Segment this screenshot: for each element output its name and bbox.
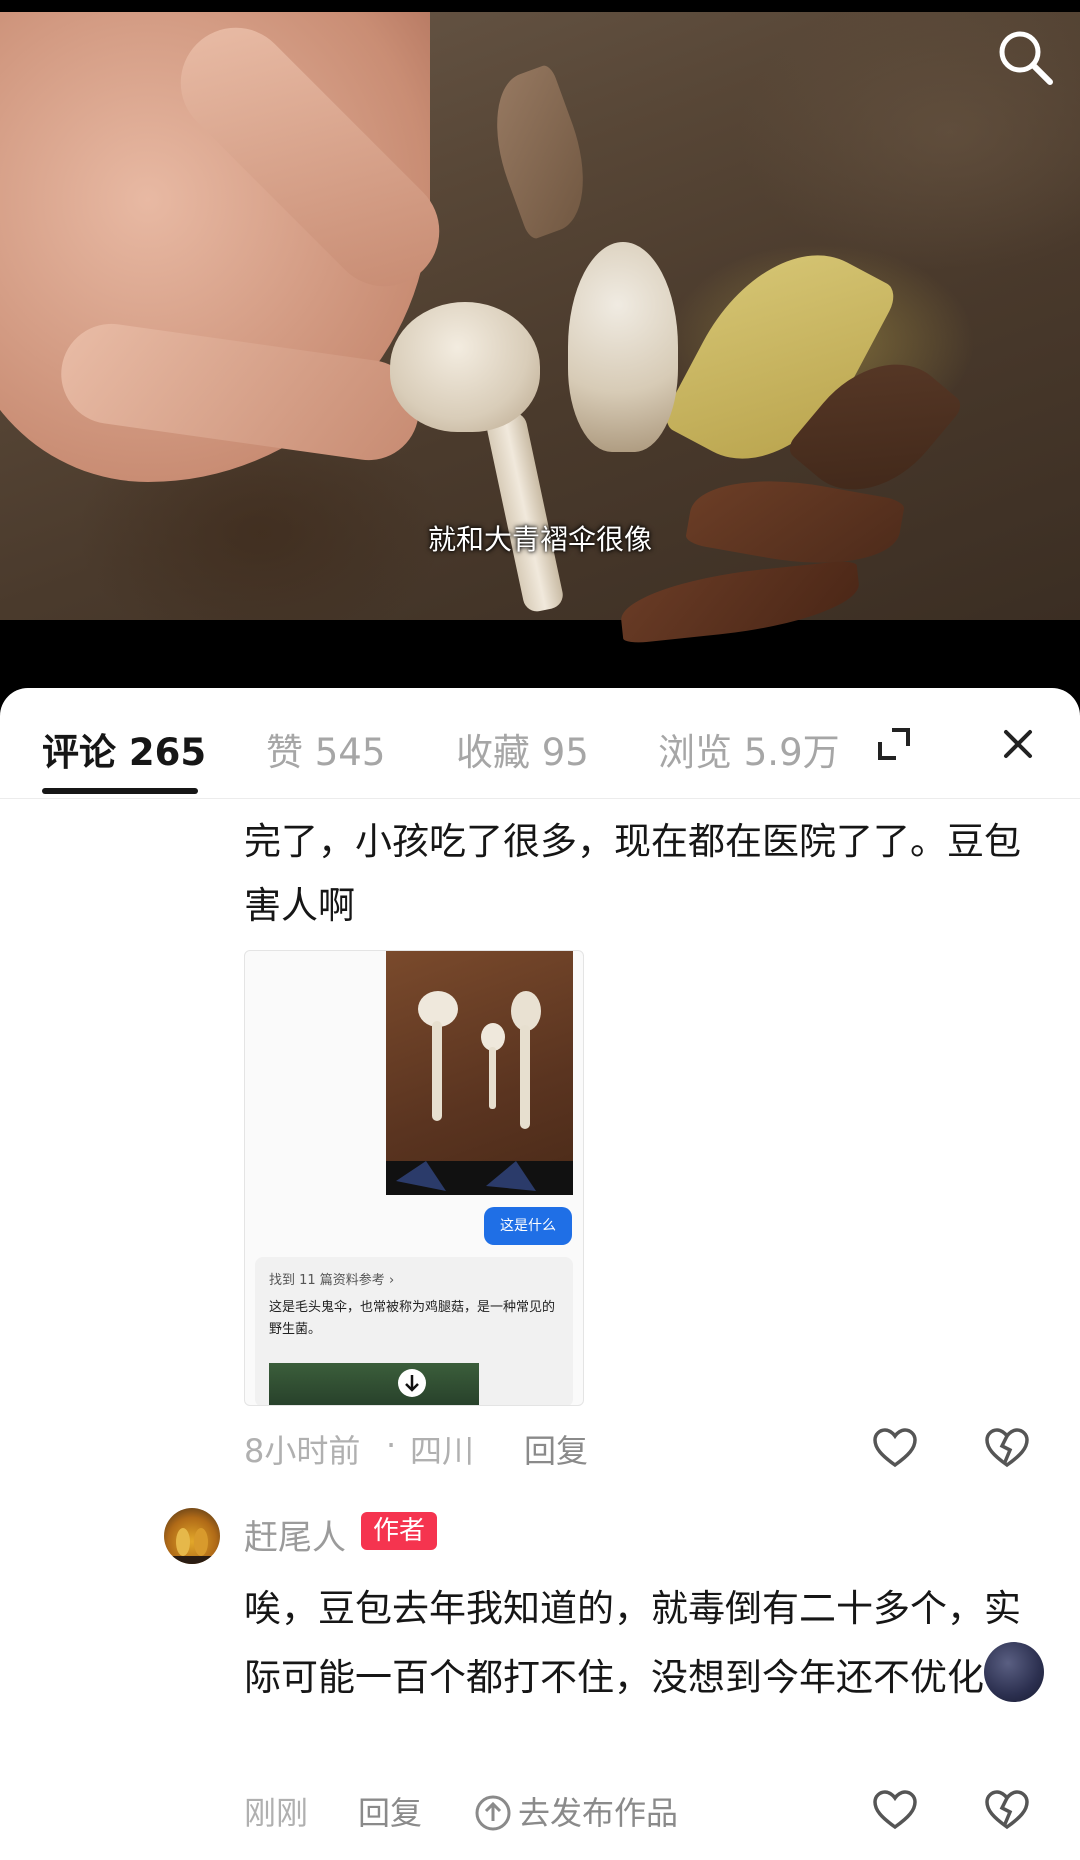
comment-time: 刚刚	[244, 1794, 309, 1832]
publish-button[interactable]: 去发布作品	[474, 1788, 678, 1840]
avatar[interactable]	[164, 1508, 220, 1564]
chat-bubble: 这是什么	[484, 1207, 572, 1245]
author-badge: 作者	[361, 1512, 438, 1550]
close-icon[interactable]	[1000, 726, 1036, 762]
smirk-moon-emoji-icon	[984, 1642, 1044, 1702]
expand-icon[interactable]	[876, 726, 912, 762]
reply-button[interactable]: 回复	[358, 1788, 422, 1834]
tab-views[interactable]: 浏览 5.9万	[658, 722, 840, 776]
comment-image[interactable]: 这是什么 找到 11 篇资料参考 › 这是毛头鬼伞，也常被称为鸡腿菇，是一种常见…	[244, 950, 584, 1406]
search-icon[interactable]	[994, 26, 1058, 90]
tab-bar: 评论 265 赞 545 收藏 95 浏览 5.9万	[0, 688, 1080, 799]
publish-label: 去发布作品	[518, 1794, 679, 1832]
comment-text: 完了，小孩吃了很多，现在都在医院了了。豆包害人啊	[244, 820, 1021, 927]
comment-panel: 评论 265 赞 545 收藏 95 浏览 5.9万 完了，小孩吃了很多，现在都…	[0, 688, 1080, 1860]
active-tab-indicator	[42, 788, 198, 794]
tab-comments[interactable]: 评论 265	[42, 722, 206, 776]
tab-favorites[interactable]: 收藏 95	[456, 722, 589, 776]
tab-likes[interactable]: 赞 545	[266, 722, 385, 776]
like-icon[interactable]	[871, 1786, 919, 1834]
reference-card: 找到 11 篇资料参考 › 这是毛头鬼伞，也常被称为鸡腿菇，是一种常见的野生菌。	[255, 1257, 573, 1405]
video-player[interactable]: 就和大青褶伞很像	[0, 0, 1080, 700]
upload-icon	[474, 1794, 512, 1840]
like-icon[interactable]	[871, 1424, 919, 1472]
dislike-icon[interactable]	[983, 1786, 1031, 1834]
reference-body: 这是毛头鬼伞，也常被称为鸡腿菇，是一种常见的野生菌。	[269, 1300, 556, 1337]
reply-button[interactable]: 回复	[524, 1426, 588, 1472]
author-comment: 唉，豆包去年我知道的，就毒倒有二十多个，实际可能一百个都打不住，没想到今年还不优…	[244, 1576, 1044, 1711]
meta-separator: ·	[386, 1426, 397, 1464]
author-name[interactable]: 赶尾人	[244, 1510, 346, 1559]
reference-image	[269, 1363, 479, 1405]
mushroom-photo	[386, 951, 573, 1195]
dislike-icon[interactable]	[983, 1424, 1031, 1472]
video-subtitle: 就和大青褶伞很像	[427, 523, 652, 556]
reference-title: 找到 11 篇资料参考 ›	[269, 1273, 395, 1288]
comment-location: 四川	[410, 1432, 475, 1470]
author-comment-text: 唉，豆包去年我知道的，就毒倒有二十多个，实际可能一百个都打不住，没想到今年还不优…	[244, 1587, 1021, 1699]
comment-time: 8小时前	[244, 1432, 361, 1470]
